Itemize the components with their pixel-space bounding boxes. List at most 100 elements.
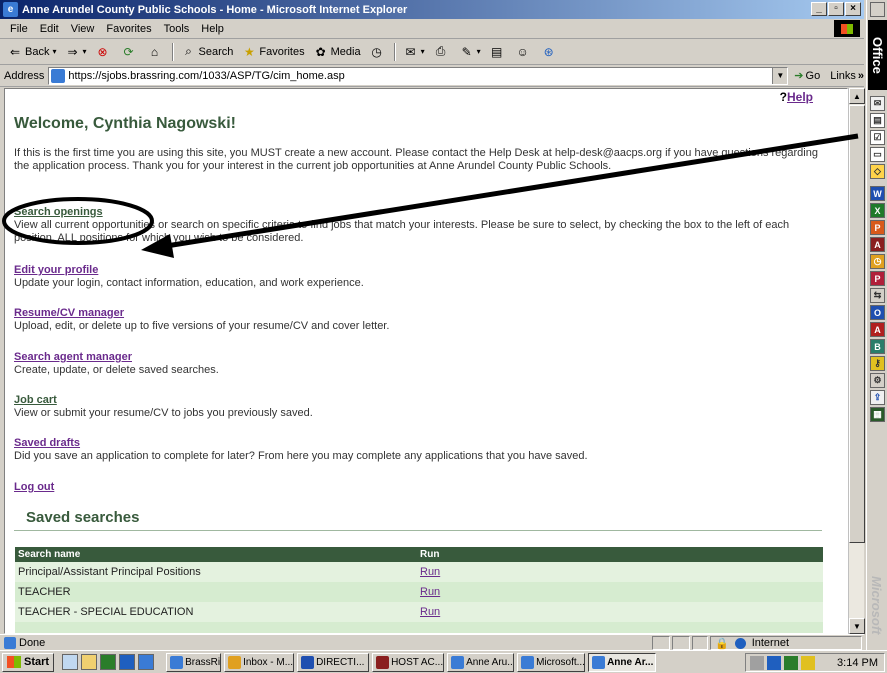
messenger-button[interactable]: ☺	[511, 41, 537, 63]
saved-drafts-link[interactable]: Saved drafts	[14, 437, 829, 450]
minimize-button[interactable]: _	[811, 2, 827, 16]
help-link[interactable]: Help	[787, 90, 813, 104]
vertical-scrollbar[interactable]: ▲ ▼	[848, 88, 865, 634]
binder-icon[interactable]: B	[870, 339, 885, 354]
task-button-anne-arundel-1[interactable]: Anne Aru...	[447, 652, 515, 672]
research-button[interactable]: ⊛	[537, 41, 563, 63]
database-icon[interactable]: ▦	[870, 407, 885, 422]
intro-paragraph: If this is the first time you are using …	[14, 147, 818, 172]
task-button-anne-arundel-active[interactable]: Anne Ar...	[588, 652, 657, 672]
new-document-icon[interactable]: ▤	[870, 113, 885, 128]
task-button-microsoft[interactable]: Microsoft...	[517, 652, 586, 672]
clock-icon[interactable]: ◷	[870, 254, 885, 269]
research-icon: ⊛	[543, 44, 554, 59]
search-agent-link[interactable]: Search agent manager	[14, 351, 829, 364]
network-icon[interactable]: ⇆	[870, 288, 885, 303]
status-text: Done	[0, 636, 45, 649]
discuss-button[interactable]: ▤	[485, 41, 511, 63]
quicklaunch-app-icon[interactable]	[100, 654, 117, 670]
divider	[14, 530, 822, 531]
menu-file[interactable]: File	[4, 23, 34, 35]
task-button-host[interactable]: HOST AC...	[372, 652, 445, 672]
quicklaunch-desktop-icon[interactable]	[62, 654, 79, 670]
quicklaunch-ie-icon[interactable]	[138, 654, 155, 670]
office-app-icon[interactable]	[870, 2, 885, 17]
run-link[interactable]: Run	[420, 566, 440, 578]
history-button[interactable]: ◷	[365, 41, 391, 63]
office-title: Office	[868, 20, 887, 90]
word-icon[interactable]: W	[870, 186, 885, 201]
table-row: Principal/Assistant Principal Positions …	[15, 562, 823, 582]
quicklaunch-folder-icon[interactable]	[81, 654, 98, 670]
close-button[interactable]: ×	[845, 2, 861, 16]
address-dropdown-icon[interactable]: ▼	[772, 67, 788, 84]
task-button-inbox[interactable]: Inbox - M...	[224, 652, 295, 672]
start-button[interactable]: Start	[2, 652, 55, 672]
edit-button[interactable]: ✎ ▾	[455, 41, 485, 63]
home-button[interactable]: ⌂	[143, 41, 169, 63]
welcome-heading: Welcome, Cynthia Nagowski!	[14, 115, 236, 132]
powerpoint-icon[interactable]: P	[870, 220, 885, 235]
menu-favorites[interactable]: Favorites	[100, 23, 157, 35]
back-button[interactable]: ⇐ Back ▾	[3, 41, 60, 63]
title-bar[interactable]: e Anne Arundel County Public Schools - H…	[0, 0, 864, 19]
acrobat-icon[interactable]: A	[870, 322, 885, 337]
maximize-button[interactable]: ▫	[828, 2, 844, 16]
favorites-button[interactable]: ★ Favorites	[237, 41, 308, 63]
print-button[interactable]: ⎙	[429, 41, 455, 63]
contact-icon[interactable]: ▭	[870, 147, 885, 162]
forward-button[interactable]: ⇒ ▾	[60, 41, 90, 63]
scroll-thumb[interactable]	[849, 105, 865, 543]
taskbar: Start BrassRin... Inbox - M... DIRECTI..…	[0, 650, 887, 673]
print-icon: ⎙	[435, 44, 446, 58]
edit-icon: ✎	[461, 44, 472, 59]
refresh-icon: ⟳	[123, 44, 134, 59]
search-name-cell: Principal/Assistant Principal Positions	[15, 562, 417, 582]
key-icon[interactable]: ⚷	[870, 356, 885, 371]
address-input[interactable]: https://sjobs.brassring.com/1033/ASP/TG/…	[48, 66, 789, 85]
quick-launch	[62, 654, 155, 670]
menu-view[interactable]: View	[65, 23, 101, 35]
messenger-tray-icon[interactable]	[784, 655, 799, 670]
saved-drafts-desc: Did you save an application to complete …	[14, 450, 588, 462]
excel-icon[interactable]: X	[870, 203, 885, 218]
section-resume-manager: Resume/CV manager Upload, edit, or delet…	[14, 307, 829, 333]
refresh-button[interactable]: ⟳	[117, 41, 143, 63]
note-icon[interactable]: ◇	[870, 164, 885, 179]
zone-label: Internet	[751, 637, 790, 649]
publisher-icon[interactable]: P	[870, 271, 885, 286]
outlook-icon[interactable]: O	[870, 305, 885, 320]
upload-icon[interactable]: ⇪	[870, 390, 885, 405]
stop-button[interactable]: ⊗	[91, 41, 117, 63]
scroll-down-button[interactable]: ▼	[849, 618, 865, 634]
outlook-mail-icon[interactable]: ✉	[870, 96, 885, 111]
go-button[interactable]: ➔ Go	[794, 69, 820, 83]
discuss-icon: ▤	[490, 44, 503, 59]
job-cart-link[interactable]: Job cart	[14, 394, 829, 407]
run-link[interactable]: Run	[420, 586, 440, 598]
menu-help[interactable]: Help	[195, 23, 230, 35]
edit-profile-link[interactable]: Edit your profile	[14, 264, 829, 277]
mail-tray-icon[interactable]	[801, 655, 816, 670]
resume-manager-link[interactable]: Resume/CV manager	[14, 307, 829, 320]
run-cell: Run	[417, 602, 823, 622]
task-button-directions[interactable]: DIRECTI...	[297, 652, 370, 672]
access-icon[interactable]: A	[870, 237, 885, 252]
media-button[interactable]: ✿ Media	[309, 41, 365, 63]
task-button-brassring[interactable]: BrassRin...	[166, 652, 222, 672]
run-link[interactable]: Run	[420, 606, 440, 618]
settings-icon[interactable]: ⚙	[870, 373, 885, 388]
mail-button[interactable]: ✉ ▾	[399, 41, 429, 63]
menu-tools[interactable]: Tools	[158, 23, 196, 35]
volume-icon[interactable]	[750, 655, 765, 670]
links-button[interactable]: Links»	[830, 70, 864, 82]
menu-edit[interactable]: Edit	[34, 23, 65, 35]
search-openings-link[interactable]: Search openings	[14, 206, 829, 219]
network-tray-icon[interactable]	[767, 655, 782, 670]
logout-link[interactable]: Log out	[14, 481, 829, 494]
table-row: TEACHER Run	[15, 582, 823, 602]
quicklaunch-outlook-icon[interactable]	[119, 654, 136, 670]
journal-icon[interactable]: ☑	[870, 130, 885, 145]
scroll-up-button[interactable]: ▲	[849, 88, 865, 104]
search-button[interactable]: ⌕ Search	[177, 41, 238, 63]
